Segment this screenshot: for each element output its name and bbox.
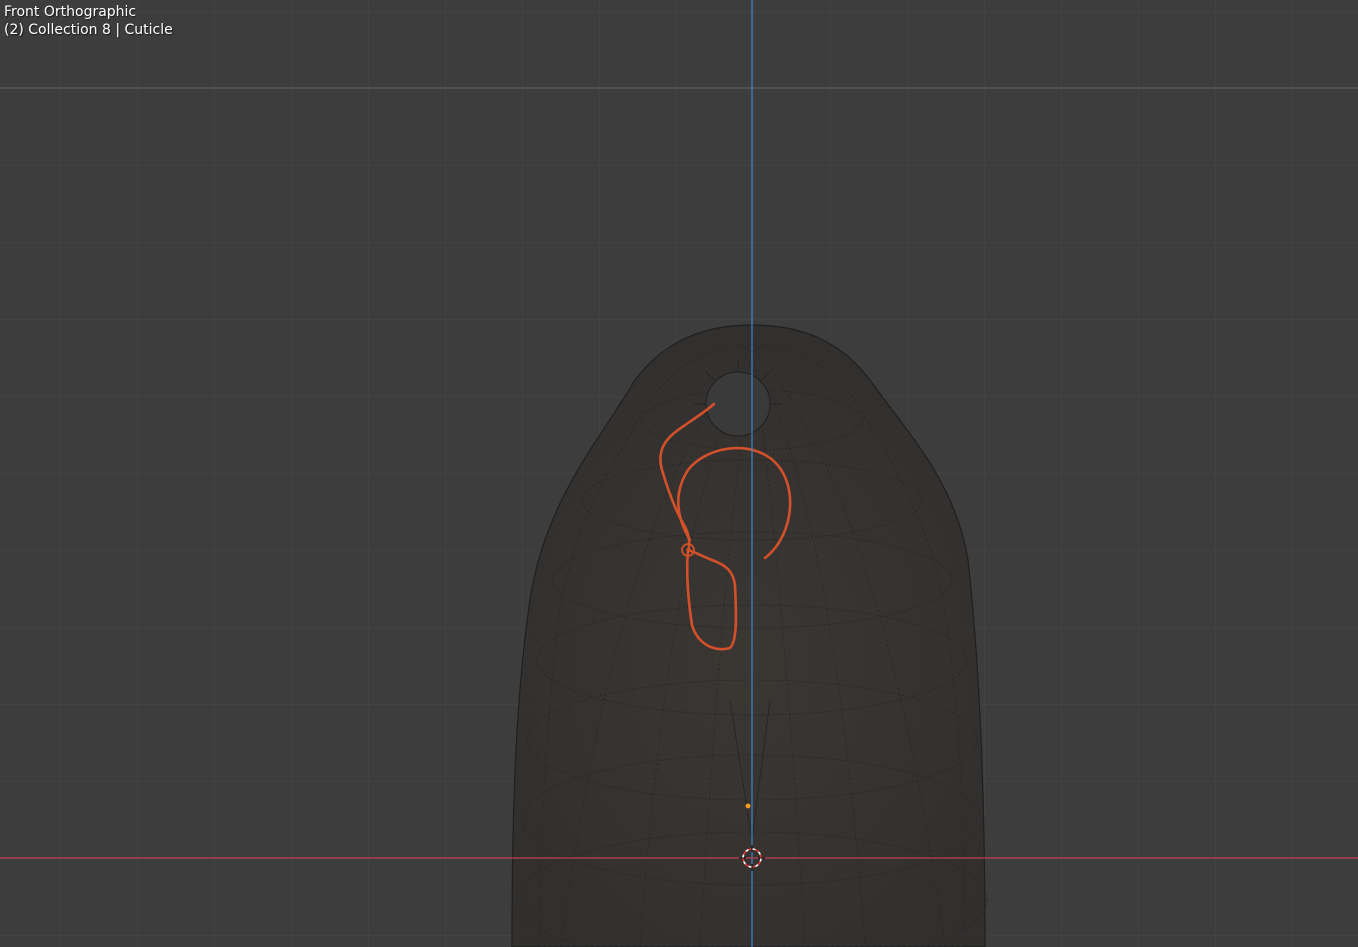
object-origin-point[interactable] [745,803,751,809]
mesh-top-opening [705,371,771,437]
curve-origin-dot [686,548,690,552]
viewport-collection-info: (2) Collection 8 | Cuticle [4,22,173,38]
3d-viewport[interactable]: Front Orthographic (2) Collection 8 | Cu… [0,0,1358,947]
viewport-canvas[interactable] [0,0,1358,947]
viewport-view-name: Front Orthographic [4,4,137,20]
